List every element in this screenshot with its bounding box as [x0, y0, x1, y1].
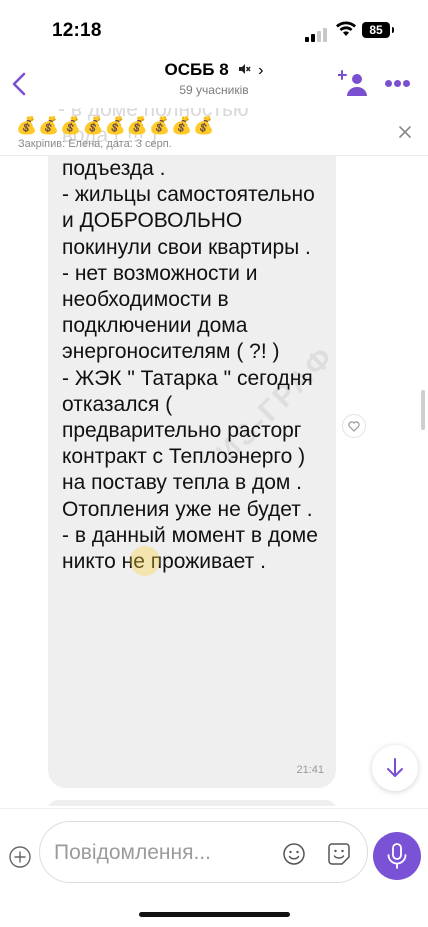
battery-indicator: 85: [362, 22, 394, 38]
plus-icon: [9, 846, 31, 868]
emoji-button[interactable]: [281, 841, 307, 867]
sticker-button[interactable]: [325, 841, 353, 867]
pinned-message-bar[interactable]: - в доме полностью вода ( !!! ) 💰💰💰💰💰💰💰💰…: [0, 108, 428, 156]
scrollbar[interactable]: [421, 390, 425, 430]
home-indicator: [139, 912, 290, 917]
chat-area[interactable]: подъезда . - жильцы самостоятельно и ДОБ…: [0, 156, 428, 806]
sticker-icon: [328, 843, 350, 865]
chevron-right-icon: ›: [258, 62, 264, 79]
arrow-down-icon: [387, 758, 403, 777]
close-icon: [399, 126, 411, 138]
message-bubble[interactable]: подъезда . - жильцы самостоятельно и ДОБ…: [48, 156, 341, 788]
status-time: 12:18: [52, 20, 102, 41]
watermark-logo: [130, 546, 160, 576]
close-pinned-button[interactable]: [397, 124, 413, 140]
heart-icon: [348, 421, 360, 432]
voice-message-button[interactable]: [373, 832, 421, 880]
chat-name: ОСББ 8: [164, 60, 229, 79]
signal-icon: [305, 24, 329, 42]
attach-button[interactable]: [8, 845, 32, 869]
scroll-down-button[interactable]: [372, 745, 418, 791]
status-bar: 12:18 85: [0, 0, 428, 62]
next-message-bubble[interactable]: [48, 800, 336, 806]
like-button[interactable]: [342, 414, 366, 438]
microphone-icon: [387, 843, 407, 869]
pinned-meta: Закріпив: Елена, дата: 3 серп.: [18, 138, 172, 150]
chat-header: ОСББ 8 › 59 учасників: [0, 56, 428, 108]
message-input-box[interactable]: [39, 821, 368, 883]
add-member-icon: [337, 70, 367, 96]
message-composer: [0, 808, 428, 927]
message-time: 21:41: [296, 764, 324, 776]
muted-icon: [237, 61, 251, 81]
add-member-button[interactable]: [337, 68, 370, 98]
pinned-text: 💰💰💰💰💰💰💰💰💰: [16, 116, 216, 135]
more-icon: [385, 80, 392, 87]
wifi-icon: [335, 21, 357, 42]
emoji-icon: [283, 843, 305, 865]
message-input[interactable]: [54, 838, 274, 868]
more-options-button[interactable]: [385, 74, 413, 88]
